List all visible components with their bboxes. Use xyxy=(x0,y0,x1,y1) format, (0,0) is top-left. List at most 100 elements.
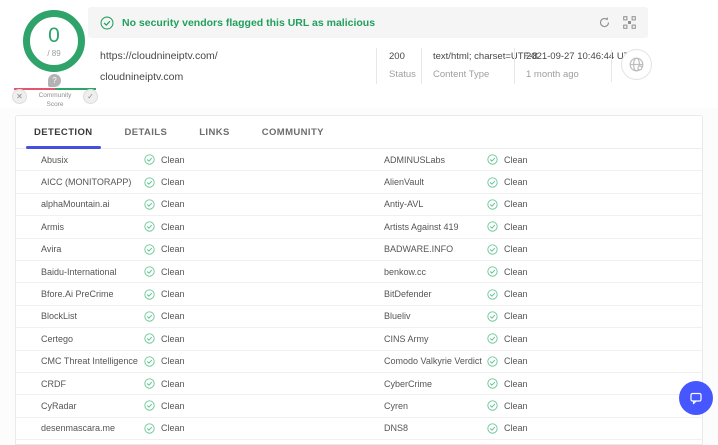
community-score-label: Community Score xyxy=(38,92,72,108)
vendor-name: BitDefender xyxy=(384,289,432,300)
vote-harmless-button[interactable]: ✓ xyxy=(83,89,98,104)
status-code-label: Status xyxy=(389,69,416,80)
clean-check-icon xyxy=(487,288,498,300)
vendor-status: Clean xyxy=(487,199,528,210)
table-row: Artists Against 419 Clean xyxy=(359,216,702,239)
table-row: BADWARE.INFO Clean xyxy=(359,239,702,261)
vendor-name: CyberCrime xyxy=(384,378,433,389)
status-label: Clean xyxy=(161,154,185,165)
vendor-name: Antiy-AVL xyxy=(384,199,424,210)
vendor-name: Blueliv xyxy=(384,311,411,322)
clean-check-icon xyxy=(144,423,155,434)
graph-explore-button[interactable] xyxy=(623,16,636,29)
vendor-name: BADWARE.INFO xyxy=(384,244,454,255)
table-row: CINS Army Clean xyxy=(359,328,702,351)
vendor-status: Clean xyxy=(487,244,528,255)
refresh-icon xyxy=(599,17,610,28)
clean-check-icon xyxy=(144,199,155,210)
site-favicon xyxy=(621,49,652,80)
graph-icon xyxy=(623,16,636,29)
vendor-status: Clean xyxy=(144,400,185,412)
verdict-banner: No security vendors flagged this URL as … xyxy=(88,7,648,38)
community-score-help-icon[interactable]: ? xyxy=(48,74,61,87)
divider xyxy=(421,48,422,84)
vendor-status: Clean xyxy=(487,400,528,412)
clean-check-icon xyxy=(144,356,155,367)
table-row: Abusix Clean xyxy=(16,149,359,172)
vendor-name: Bfore.Ai PreCrime xyxy=(41,289,114,300)
chat-support-button[interactable] xyxy=(679,381,713,415)
vendor-name: Abusix xyxy=(41,154,69,165)
table-row: DNS8 Clean xyxy=(359,418,702,441)
vendor-status: Clean xyxy=(144,266,185,277)
tab-details[interactable]: DETAILS xyxy=(117,116,176,148)
status-label: Clean xyxy=(161,221,185,232)
clean-check-icon xyxy=(487,423,498,434)
analysis-date-meta: 2021-09-27 10:46:44 UTC 1 month ago xyxy=(526,51,636,80)
vendor-status: Clean xyxy=(487,356,528,367)
vendor-status: Clean xyxy=(487,288,528,300)
tab-community[interactable]: COMMUNITY xyxy=(254,116,332,148)
tab-links[interactable]: LINKS xyxy=(191,116,238,148)
tab-bar: DETECTION DETAILS LINKS COMMUNITY xyxy=(16,116,702,149)
clean-check-icon xyxy=(487,199,498,210)
table-row: Comodo Valkyrie Verdict Clean xyxy=(359,351,702,373)
vendor-name: Avira xyxy=(41,244,62,255)
vendor-status: Clean xyxy=(487,311,528,322)
status-label: Clean xyxy=(161,356,185,367)
table-row: BitDefender Clean xyxy=(359,283,702,306)
status-label: Clean xyxy=(504,221,528,232)
vendor-status: Clean xyxy=(487,378,528,389)
tab-detection[interactable]: DETECTION xyxy=(26,116,101,149)
vendor-name: desenmascara.me xyxy=(41,423,116,434)
clean-check-icon xyxy=(144,378,155,389)
content-type-value: text/html; charset=UTF-8 xyxy=(433,51,538,62)
status-label: Clean xyxy=(161,289,185,300)
status-label: Clean xyxy=(161,400,185,411)
table-row: desenmascara.me Clean xyxy=(16,418,359,441)
status-label: Clean xyxy=(504,400,528,411)
table-row: benkow.cc Clean xyxy=(359,261,702,284)
detection-column-right: ADMINUSLabs Clean AlienVault Clean Antiy-AVL… xyxy=(359,149,702,441)
table-row: CMC Threat Intelligence Clean xyxy=(16,351,359,373)
status-label: Clean xyxy=(504,266,528,277)
clean-check-icon xyxy=(144,244,155,255)
detection-column-left: Abusix Clean AICC (MONITORAPP) Clean alphaMo… xyxy=(16,149,359,441)
status-label: Clean xyxy=(504,244,528,255)
reanalyze-button[interactable] xyxy=(598,16,611,29)
table-row: Blueliv Clean xyxy=(359,306,702,329)
vendor-status: Clean xyxy=(144,423,185,434)
detection-card: DETECTION DETAILS LINKS COMMUNITY Abusix… xyxy=(15,115,703,445)
status-code: 200 xyxy=(389,51,405,62)
status-label: Clean xyxy=(161,266,185,277)
vendor-name: BlockList xyxy=(41,311,78,322)
vendor-name: CMC Threat Intelligence xyxy=(41,356,138,367)
vendor-name: Cyren xyxy=(384,400,409,411)
table-row: Bfore.Ai PreCrime Clean xyxy=(16,283,359,306)
vendor-name: Certego xyxy=(41,333,74,344)
clean-check-icon xyxy=(144,311,155,322)
vendor-status: Clean xyxy=(487,221,528,232)
status-label: Clean xyxy=(161,333,185,344)
vendor-status: Clean xyxy=(144,176,185,188)
status-label: Clean xyxy=(161,378,185,389)
verdict-message: No security vendors flagged this URL as … xyxy=(122,16,376,29)
clean-check-icon xyxy=(144,266,155,277)
vendor-name: AICC (MONITORAPP) xyxy=(41,177,132,188)
status-label: Clean xyxy=(161,423,185,434)
divider xyxy=(376,48,377,84)
vote-malicious-button[interactable]: ✕ xyxy=(12,89,27,104)
table-row: alphaMountain.ai Clean xyxy=(16,194,359,217)
table-row: ADMINUSLabs Clean xyxy=(359,149,702,172)
clean-check-icon xyxy=(487,244,498,255)
vendor-status: Clean xyxy=(487,333,528,344)
clean-check-icon xyxy=(487,400,498,412)
clean-check-icon xyxy=(144,400,155,412)
table-row: Antiy-AVL Clean xyxy=(359,194,702,217)
status-label: Clean xyxy=(504,289,528,300)
clean-check-icon xyxy=(487,311,498,322)
clean-check-icon xyxy=(487,266,498,277)
clean-check-icon xyxy=(487,356,498,367)
scanned-domain: cloudnineiptv.com xyxy=(100,71,184,83)
vendor-status: Clean xyxy=(487,154,528,165)
